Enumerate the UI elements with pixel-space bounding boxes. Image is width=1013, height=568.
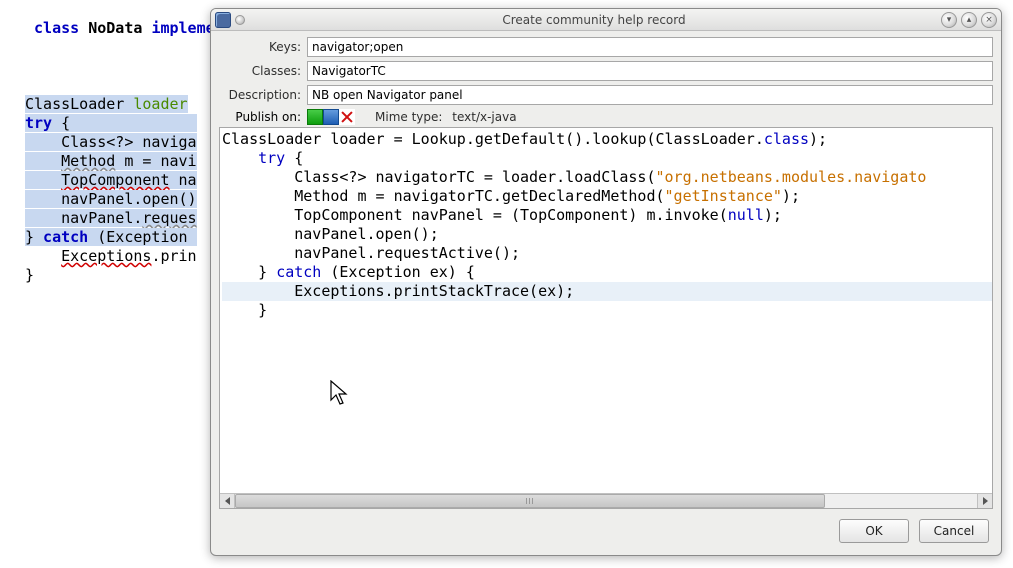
bg-line: Method m = navi	[25, 152, 197, 170]
flag-blue-icon[interactable]	[323, 109, 339, 125]
publish-flags	[307, 109, 355, 125]
dialog-create-help-record: Create community help record ▾ ▴ × Keys:…	[210, 8, 1002, 556]
horizontal-scrollbar[interactable]	[220, 493, 992, 508]
keys-label: Keys:	[217, 40, 307, 54]
bg-line: }	[25, 266, 34, 284]
scroll-thumb[interactable]	[235, 494, 825, 508]
bg-line: Class<?> naviga	[25, 133, 197, 151]
titlebar[interactable]: Create community help record ▾ ▴ ×	[211, 9, 1001, 31]
bg-line: try {	[25, 114, 197, 132]
keys-input[interactable]	[307, 37, 993, 57]
classes-label: Classes:	[217, 64, 307, 78]
scroll-right-button[interactable]	[977, 494, 992, 508]
description-label: Description:	[217, 88, 307, 102]
bg-line: TopComponent na	[25, 171, 197, 189]
code-body[interactable]: ClassLoader loader = Lookup.getDefault()…	[220, 128, 992, 493]
app-icon	[215, 12, 231, 28]
ok-button[interactable]: OK	[839, 519, 909, 543]
scroll-left-button[interactable]	[220, 494, 235, 508]
window-menu-icon[interactable]	[235, 15, 245, 25]
close-button[interactable]: ×	[981, 12, 997, 28]
bg-line: Exceptions.prin	[25, 247, 197, 265]
minimize-button[interactable]: ▾	[941, 12, 957, 28]
cancel-button[interactable]: Cancel	[919, 519, 989, 543]
maximize-button[interactable]: ▴	[961, 12, 977, 28]
mime-type-label: Mime type:	[375, 110, 442, 124]
form: Keys: Classes: Description: Publish on: …	[211, 31, 1001, 127]
flag-green-icon[interactable]	[307, 109, 323, 125]
dialog-buttons: OK Cancel	[211, 509, 1001, 555]
mime-type-value: text/x-java	[452, 110, 516, 124]
bg-line: navPanel.open()	[25, 190, 197, 208]
scroll-track[interactable]	[235, 494, 977, 508]
bg-line: navPanel.reques	[25, 209, 197, 227]
description-input[interactable]	[307, 85, 993, 105]
bg-line: } catch (Exception	[25, 228, 197, 246]
publish-label: Publish on:	[217, 110, 307, 124]
window-title: Create community help record	[251, 13, 937, 27]
bg-line: ClassLoader loader	[25, 95, 188, 113]
mime-type: Mime type: text/x-java	[375, 110, 517, 124]
classes-input[interactable]	[307, 61, 993, 81]
flag-delete-icon[interactable]	[339, 109, 355, 125]
code-preview: ClassLoader loader = Lookup.getDefault()…	[219, 127, 993, 509]
